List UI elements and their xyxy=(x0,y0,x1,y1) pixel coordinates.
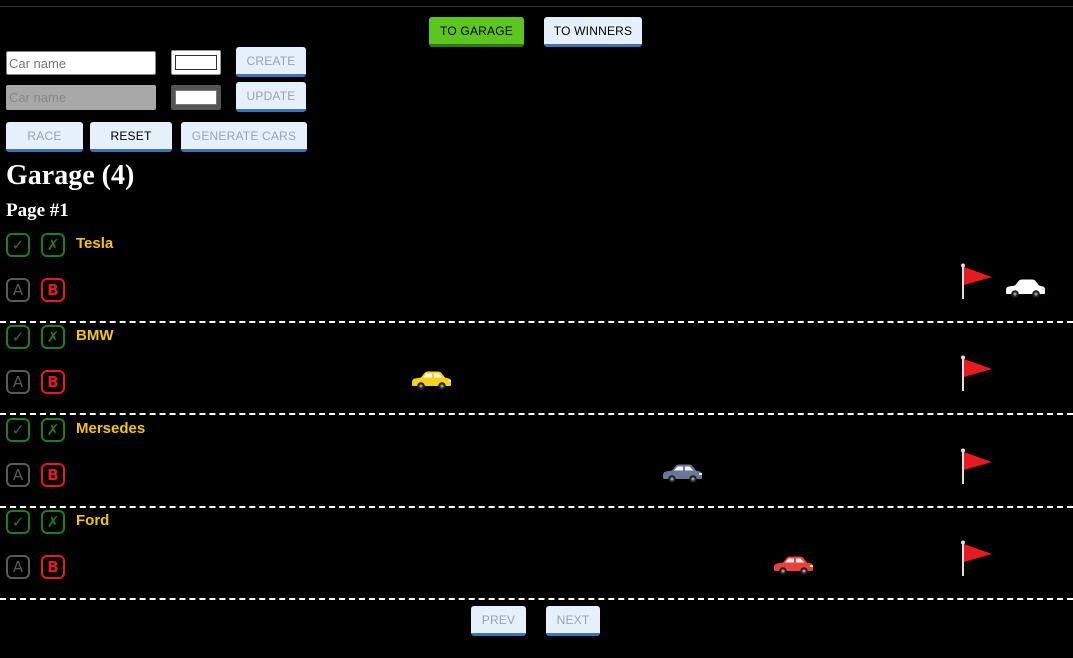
finish-flag-icon xyxy=(961,540,992,576)
select-car-icon[interactable]: ✓ xyxy=(6,510,30,534)
to-garage-button[interactable]: To garage xyxy=(429,17,524,47)
remove-car-icon[interactable]: ✗ xyxy=(41,325,65,349)
prev-page-button[interactable]: Prev xyxy=(471,606,526,636)
stop-engine-icon[interactable]: B xyxy=(41,555,65,579)
update-color-picker[interactable] xyxy=(171,85,221,110)
update-name-input[interactable] xyxy=(6,85,156,110)
page-number: Page #1 xyxy=(6,200,69,221)
stop-engine-icon[interactable]: B xyxy=(41,370,65,394)
track-row: ✓ ✗ Mersedes A B xyxy=(0,416,1073,508)
car-icon xyxy=(1006,279,1045,298)
finish-flag-icon xyxy=(961,448,992,484)
car-name: Ford xyxy=(76,512,110,529)
create-color-picker[interactable] xyxy=(171,50,221,75)
stop-engine-icon[interactable]: B xyxy=(41,463,65,487)
start-engine-icon[interactable]: A xyxy=(6,278,30,302)
create-name-input[interactable] xyxy=(6,51,156,75)
car-icon xyxy=(774,556,813,575)
finish-flag-icon xyxy=(961,355,992,391)
car-name: Mersedes xyxy=(76,420,146,437)
stop-engine-icon[interactable]: B xyxy=(41,278,65,302)
start-engine-icon[interactable]: A xyxy=(6,555,30,579)
update-button[interactable]: Update xyxy=(236,82,306,112)
car-name: BMW xyxy=(76,327,114,344)
track-divider xyxy=(0,413,1073,415)
car-icon xyxy=(663,464,702,483)
reset-button[interactable]: Reset xyxy=(90,122,172,152)
remove-car-icon[interactable]: ✗ xyxy=(41,510,65,534)
remove-car-icon[interactable]: ✗ xyxy=(41,418,65,442)
create-button[interactable]: Create xyxy=(236,47,306,77)
to-winners-button[interactable]: To winners xyxy=(544,17,642,47)
track-row: ✓ ✗ Tesla A B xyxy=(0,231,1073,323)
track-row: ✓ ✗ BMW A B xyxy=(0,323,1073,415)
race-button[interactable]: Race xyxy=(6,122,83,152)
next-page-button[interactable]: Next xyxy=(546,606,600,636)
select-car-icon[interactable]: ✓ xyxy=(6,233,30,257)
finish-flag-icon xyxy=(961,263,992,299)
select-car-icon[interactable]: ✓ xyxy=(6,325,30,349)
start-engine-icon[interactable]: A xyxy=(6,370,30,394)
top-divider xyxy=(0,6,1073,7)
remove-car-icon[interactable]: ✗ xyxy=(41,233,65,257)
garage-title: Garage (4) xyxy=(6,160,135,191)
select-car-icon[interactable]: ✓ xyxy=(6,418,30,442)
track-divider xyxy=(0,598,1073,600)
car-icon xyxy=(412,371,451,390)
generate-cars-button[interactable]: Generate cars xyxy=(181,122,307,152)
start-engine-icon[interactable]: A xyxy=(6,463,30,487)
car-name: Tesla xyxy=(76,235,114,252)
track-row: ✓ ✗ Ford A B xyxy=(0,508,1073,600)
